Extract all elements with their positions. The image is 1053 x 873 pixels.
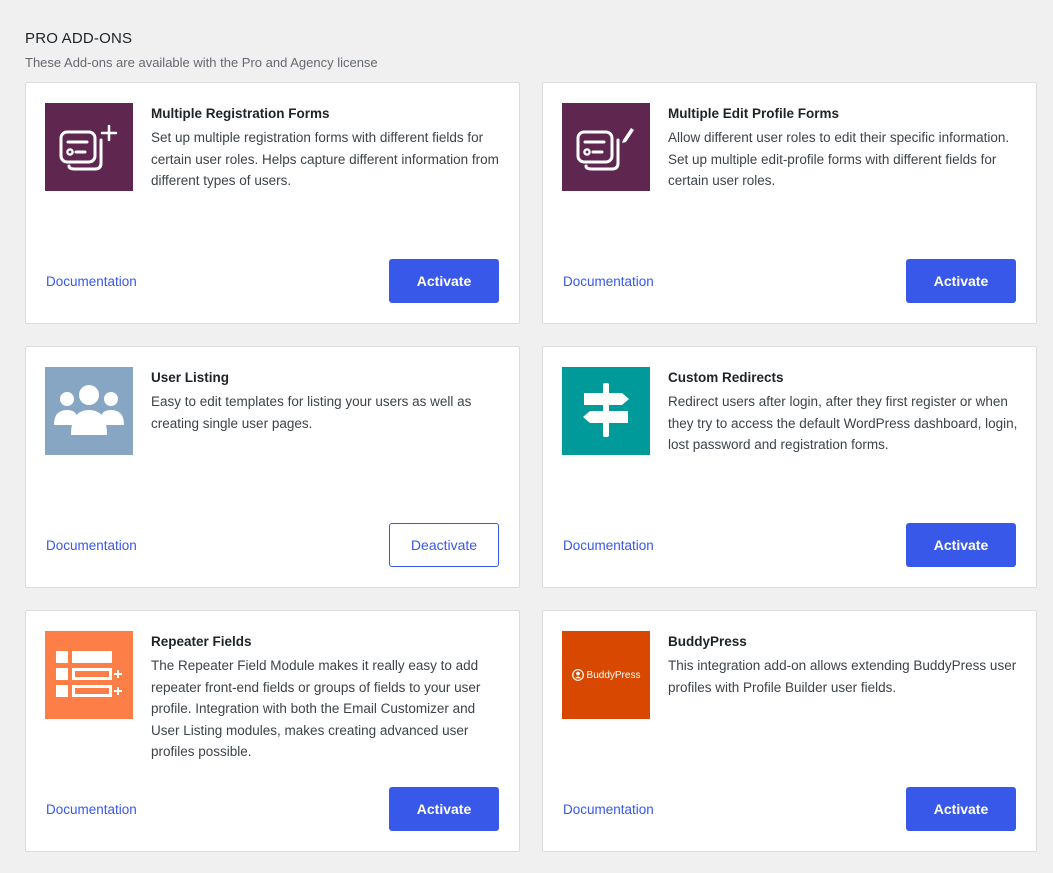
activate-button[interactable]: Activate: [906, 523, 1016, 567]
addon-card-user-listing: User Listing Easy to edit templates for …: [25, 346, 520, 588]
repeater-list-icon: [45, 631, 133, 719]
addon-description: The Repeater Field Module makes it reall…: [151, 658, 481, 759]
addon-description: Redirect users after login, after they f…: [668, 394, 1018, 452]
signpost-icon: [562, 367, 650, 455]
addon-title: Custom Redirects: [668, 370, 784, 385]
pro-addons-page: PRO ADD-ONS These Add-ons are available …: [0, 0, 1053, 873]
section-subtitle: These Add-ons are available with the Pro…: [25, 55, 378, 70]
form-pencil-icon: [562, 103, 650, 191]
addon-description: Allow different user roles to edit their…: [668, 130, 1010, 188]
addon-card-repeater-fields: Repeater Fields The Repeater Field Modul…: [25, 610, 520, 852]
addon-description: This integration add-on allows extending…: [668, 658, 1017, 695]
buddypress-logo: BuddyPress: [562, 631, 650, 719]
buddypress-logo-text: BuddyPress: [586, 669, 641, 681]
addon-description: Easy to edit templates for listing your …: [151, 394, 472, 431]
documentation-link[interactable]: Documentation: [563, 538, 654, 553]
activate-button[interactable]: Activate: [389, 787, 499, 831]
addon-card-custom-redirects: Custom Redirects Redirect users after lo…: [542, 346, 1037, 588]
buddypress-logo-mark: BuddyPress: [571, 669, 641, 681]
addon-title: Repeater Fields: [151, 634, 252, 649]
documentation-link[interactable]: Documentation: [46, 802, 137, 817]
documentation-link[interactable]: Documentation: [563, 274, 654, 289]
form-plus-icon: [45, 103, 133, 191]
addon-title: Multiple Registration Forms: [151, 106, 330, 121]
users-group-icon: [45, 367, 133, 455]
activate-button[interactable]: Activate: [906, 787, 1016, 831]
activate-button[interactable]: Activate: [906, 259, 1016, 303]
buddypress-badge-icon: [571, 669, 584, 681]
addon-card-multiple-registration-forms: Multiple Registration Forms Set up multi…: [25, 82, 520, 324]
activate-button[interactable]: Activate: [389, 259, 499, 303]
addon-title: Multiple Edit Profile Forms: [668, 106, 840, 121]
addon-card-multiple-edit-profile-forms: Multiple Edit Profile Forms Allow differ…: [542, 82, 1037, 324]
addon-description: Set up multiple registration forms with …: [151, 130, 499, 188]
documentation-link[interactable]: Documentation: [563, 802, 654, 817]
addon-title: BuddyPress: [668, 634, 747, 649]
addon-card-buddypress: BuddyPress BuddyPress This integration a…: [542, 610, 1037, 852]
documentation-link[interactable]: Documentation: [46, 274, 137, 289]
section-title: PRO ADD-ONS: [25, 30, 133, 47]
deactivate-button[interactable]: Deactivate: [389, 523, 499, 567]
documentation-link[interactable]: Documentation: [46, 538, 137, 553]
addon-title: User Listing: [151, 370, 230, 385]
